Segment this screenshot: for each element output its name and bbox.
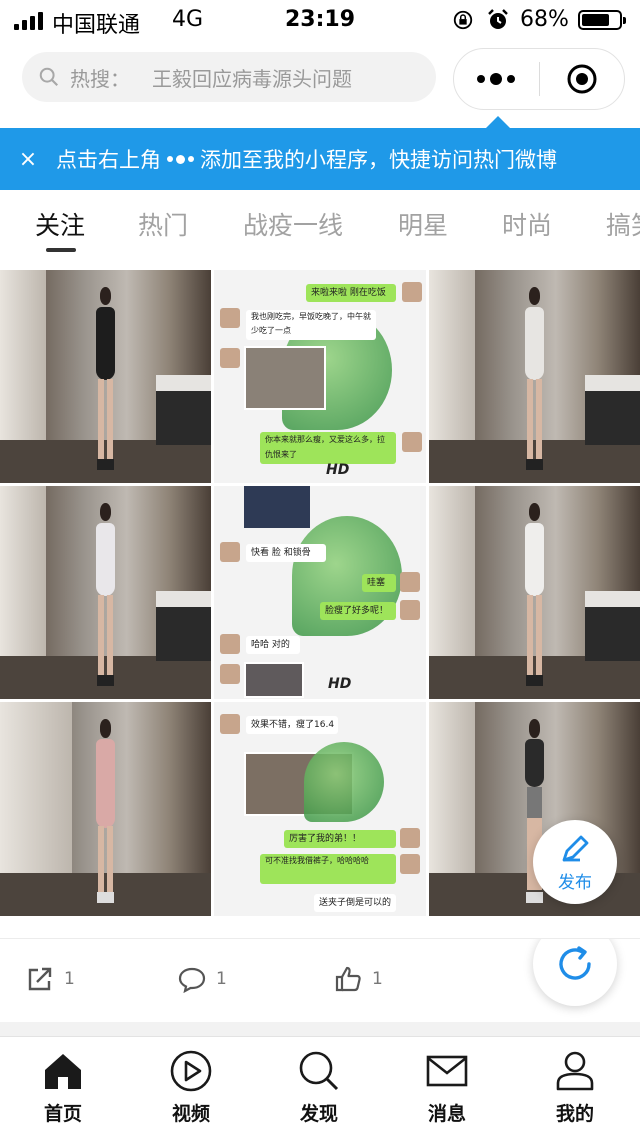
comment-icon	[178, 967, 206, 993]
tab-stars[interactable]: 明星	[398, 206, 448, 242]
nav-video-label: 视频	[171, 1103, 210, 1125]
feed-divider	[0, 1022, 640, 1036]
miniprogram-capsule	[453, 48, 625, 110]
tip-text-after: 添加至我的小程序，快捷访问热门微博	[200, 148, 557, 172]
post-spacer	[0, 916, 640, 938]
chat-screenshot-3[interactable]: 效果不错，瘦了16.4 厉害了我的弟！！ 可不准找我借裤子，哈哈哈哈 送夹子倒是…	[214, 702, 426, 916]
battery-icon	[578, 10, 626, 30]
tab-fashion[interactable]: 时尚	[502, 206, 552, 242]
share-icon	[28, 967, 52, 991]
share-button[interactable]: 1	[26, 965, 75, 993]
category-tabs: 关注 热门 战疫一线 明星 时尚 搞笑	[0, 206, 640, 254]
nav-home-label: 首页	[43, 1103, 82, 1125]
post-actions: 1 1 1	[0, 938, 640, 1022]
tab-fight-epidemic[interactable]: 战疫一线	[243, 206, 343, 242]
more-dots-icon	[167, 154, 194, 164]
photo-2[interactable]	[429, 270, 640, 483]
search-placeholder: 王毅回应病毒源头问题	[152, 66, 352, 91]
hd-watermark: HD	[328, 676, 352, 692]
comment-count: 1	[216, 969, 227, 989]
nav-discover-label: 发现	[299, 1103, 338, 1125]
tip-text-before: 点击右上角	[56, 148, 161, 172]
tip-arrow	[486, 116, 510, 128]
chat-screenshot-1[interactable]: 来啦来啦 刚在吃饭 我也刚吃完，早饭吃晚了，中午就少吃了一点 你本来就那么瘦，又…	[214, 270, 426, 483]
tip-close-button[interactable]: ×	[0, 147, 56, 172]
chat-bubble: 可不准找我借裤子，哈哈哈哈	[260, 854, 396, 884]
search-bar[interactable]: 热搜： 王毅回应病毒源头问题	[22, 52, 436, 102]
network-type: 4G	[172, 7, 204, 32]
chat-bubble: 脸瘦了好多呢！	[320, 602, 396, 620]
photo-4[interactable]	[429, 486, 640, 699]
pen-icon	[562, 835, 589, 861]
publish-label: 发布	[558, 872, 592, 893]
comment-button[interactable]: 1	[178, 965, 227, 993]
chat-bubble: 哈哈 对的	[246, 636, 300, 654]
photo-1[interactable]	[0, 270, 211, 483]
tab-follow[interactable]: 关注	[35, 206, 85, 242]
mail-icon	[426, 1055, 468, 1087]
chat-bubble: 你本来就那么瘦，又爱这么多，拉仇恨来了	[260, 432, 396, 464]
photo-5[interactable]	[0, 702, 211, 916]
hot-search-label: 热搜：	[70, 66, 130, 91]
rotation-lock-icon	[453, 10, 473, 30]
photo-3[interactable]	[0, 486, 211, 699]
hd-watermark: HD	[326, 462, 350, 478]
user-icon	[556, 1051, 594, 1091]
chat-bubble: 我也刚吃完，早饭吃晚了，中午就少吃了一点	[246, 310, 376, 340]
play-icon	[170, 1050, 212, 1092]
weibo-miniprogram-page: 中国联通 4G 23:19 68% 热搜： 王毅回应病毒源头问题 × 点击右上角…	[0, 0, 640, 1136]
publish-button[interactable]: 发布	[533, 820, 617, 904]
chat-bubble: 厉害了我的弟！！	[284, 830, 396, 848]
home-icon	[45, 1054, 81, 1089]
status-bar: 中国联通 4G 23:19 68%	[0, 0, 640, 42]
chat-bubble: 快看 脸 和锁骨	[246, 544, 326, 562]
photo-grid: 来啦来啦 刚在吃饭 我也刚吃完，早饭吃晚了，中午就少吃了一点 你本来就那么瘦，又…	[0, 270, 640, 916]
tab-hot[interactable]: 热门	[138, 206, 188, 242]
chat-bubble: 哇塞	[362, 574, 396, 592]
chat-screenshot-2[interactable]: 快看 脸 和锁骨 哇塞 脸瘦了好多呢！ 哈哈 对的 HD	[214, 486, 426, 699]
thumbs-up-icon	[335, 966, 361, 992]
like-count: 1	[372, 969, 383, 989]
nav-discover[interactable]: 发现	[274, 1049, 364, 1126]
active-tab-indicator	[46, 248, 76, 252]
alarm-icon	[488, 9, 508, 29]
share-count: 1	[64, 969, 75, 989]
close-miniprogram-button[interactable]	[540, 49, 625, 109]
nav-profile-label: 我的	[555, 1103, 594, 1125]
battery-percent: 68%	[520, 7, 569, 32]
more-menu-button[interactable]	[454, 49, 539, 109]
tab-funny[interactable]: 搞笑	[606, 206, 640, 242]
chat-bubble: 效果不错，瘦了16.4	[246, 716, 338, 734]
nav-messages[interactable]: 消息	[402, 1049, 492, 1126]
target-close-icon	[567, 64, 597, 94]
nav-profile[interactable]: 我的	[530, 1049, 620, 1126]
chat-bubble: 来啦来啦 刚在吃饭	[306, 284, 396, 302]
carrier-name: 中国联通	[52, 13, 141, 38]
chat-bubble: 送夹子倒是可以的	[314, 894, 396, 912]
nav-video[interactable]: 视频	[146, 1049, 236, 1126]
nav-messages-label: 消息	[427, 1103, 466, 1125]
like-button[interactable]: 1	[334, 965, 383, 993]
bottom-nav: 首页 视频 发现 消息 我的	[0, 1036, 640, 1136]
nav-home[interactable]: 首页	[18, 1049, 108, 1126]
search-icon	[299, 1051, 339, 1091]
signal-icon	[14, 12, 43, 30]
add-to-miniprogram-tip: × 点击右上角 添加至我的小程序，快捷访问热门微博	[0, 128, 640, 190]
search-icon	[39, 67, 59, 87]
